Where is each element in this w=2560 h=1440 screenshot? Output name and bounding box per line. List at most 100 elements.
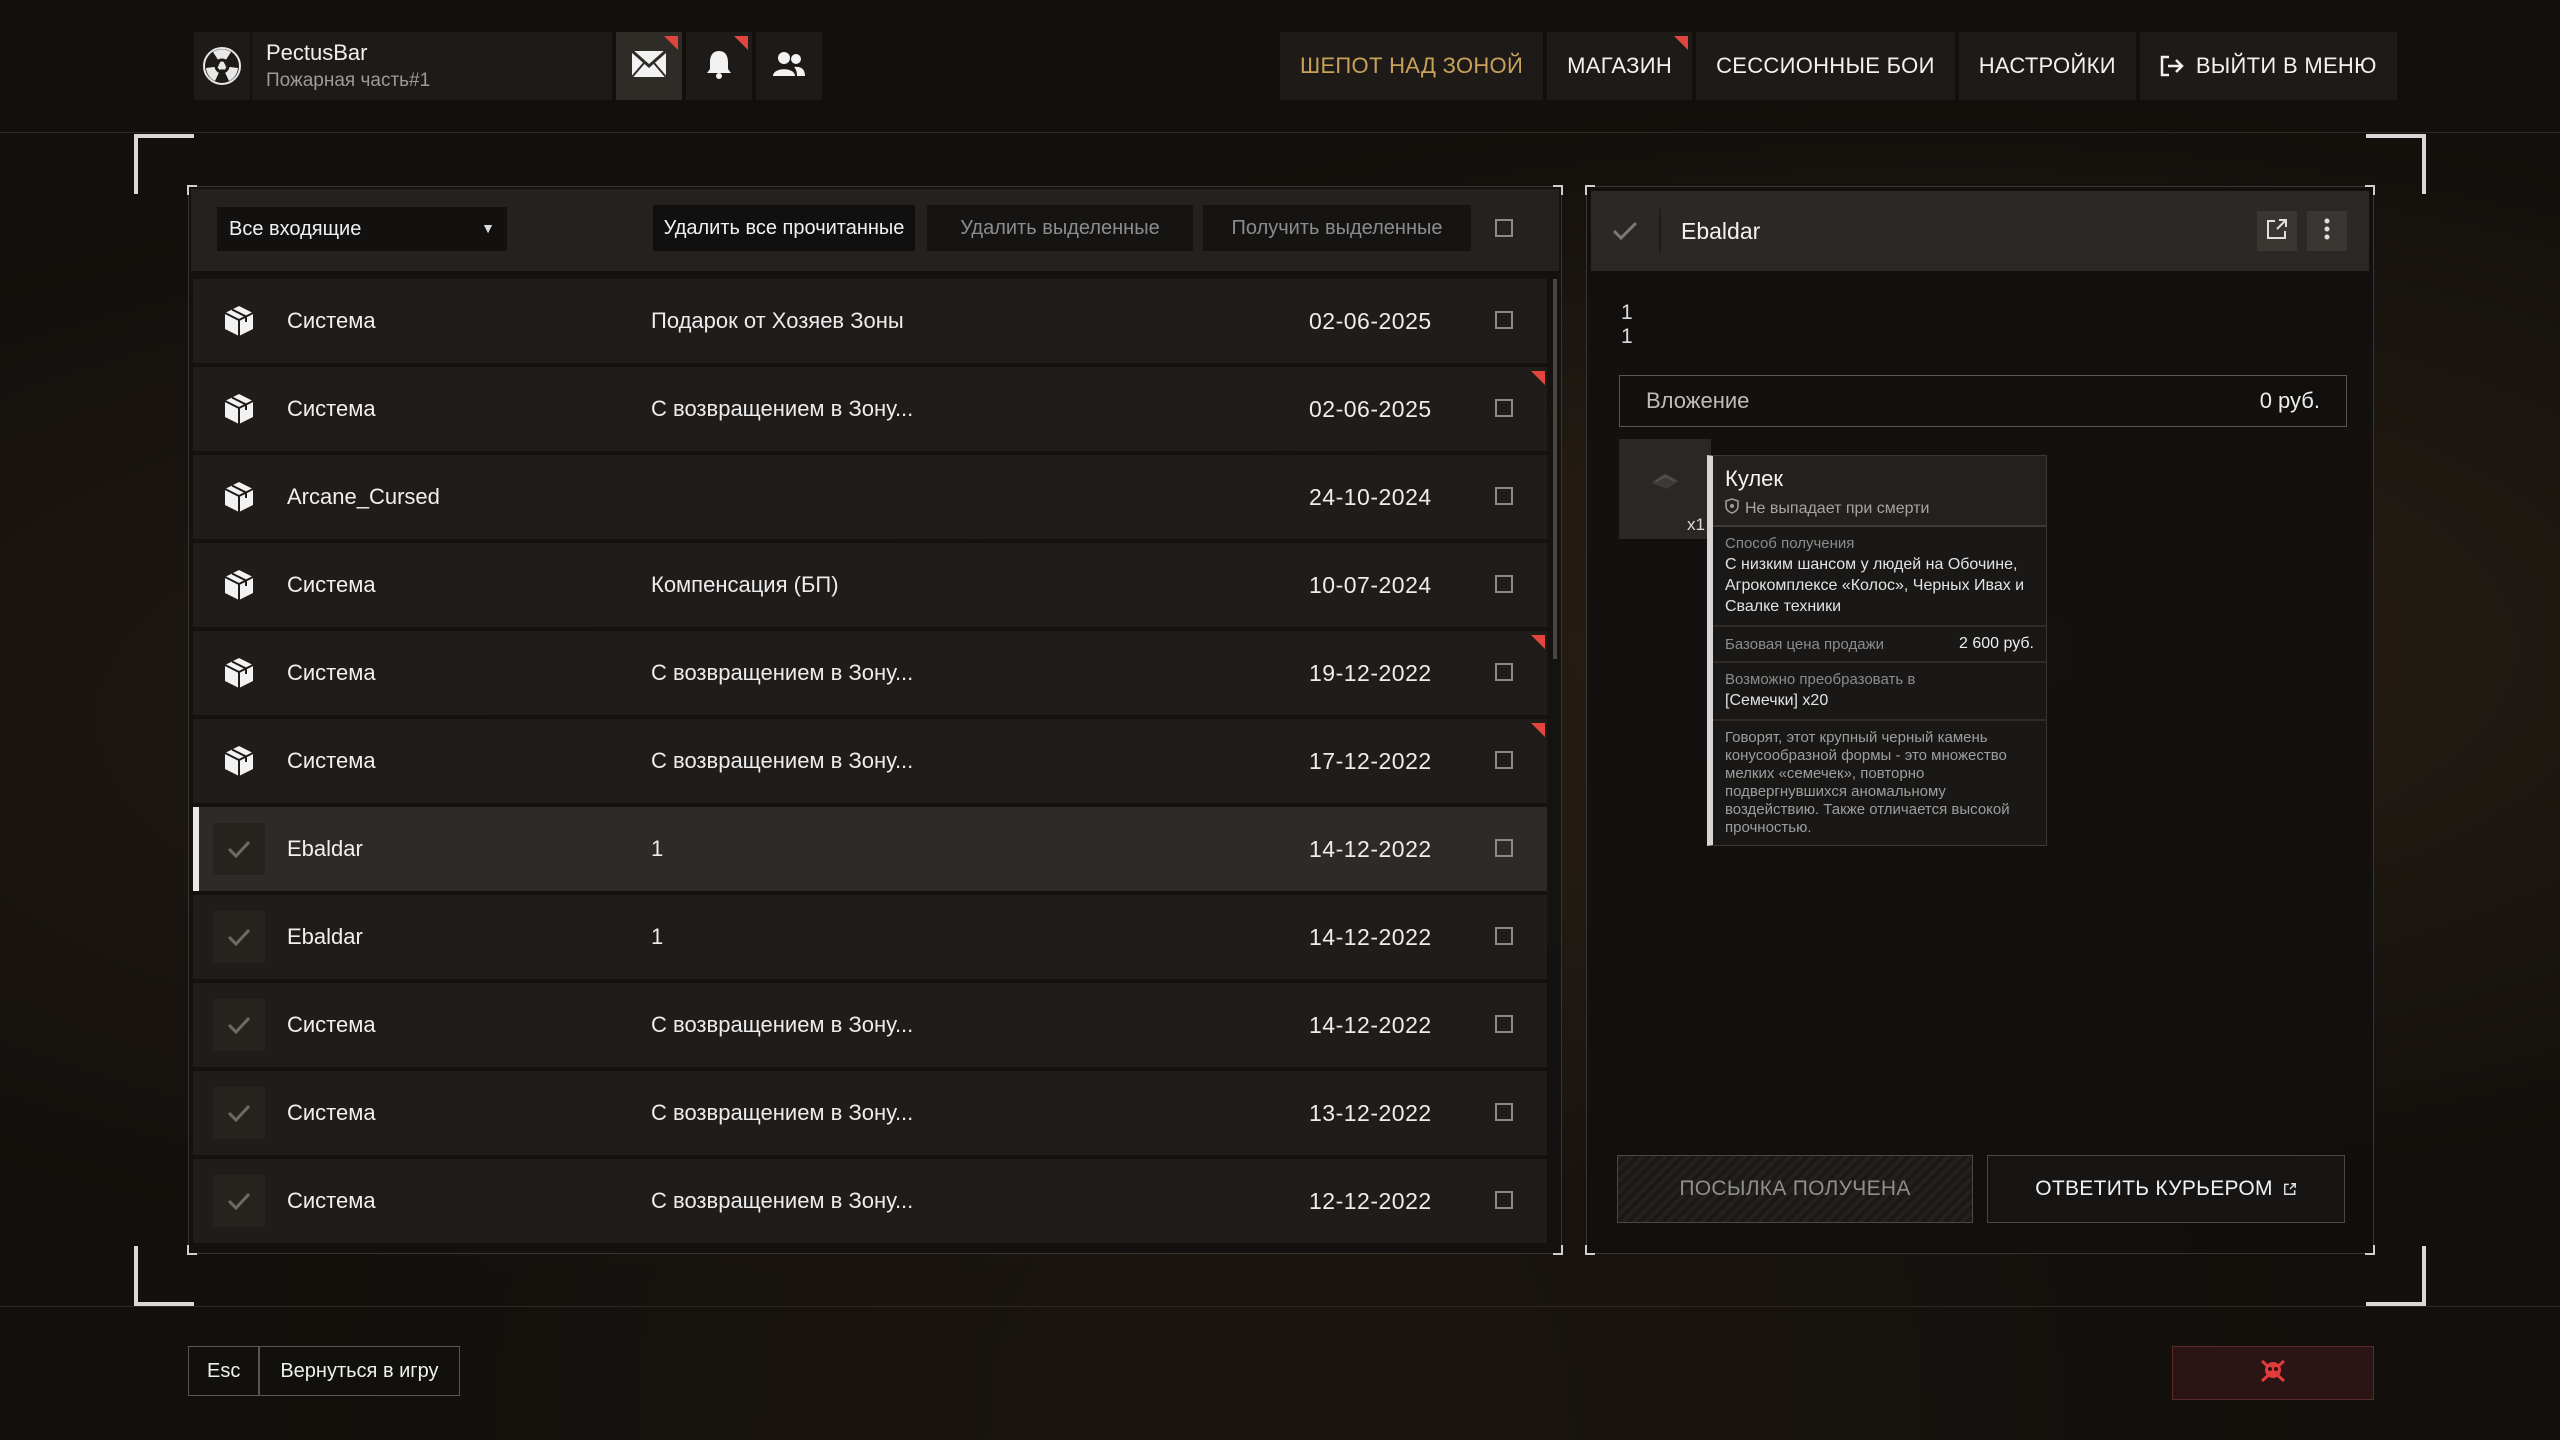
more-options-button[interactable]: [2307, 211, 2347, 251]
nav-session-battles[interactable]: СЕССИОННЫЕ БОИ: [1696, 32, 1955, 100]
item-lore: Говорят, этот крупный черный камень кону…: [1725, 729, 2010, 836]
package-icon: [213, 647, 265, 699]
panel-corner: [1585, 1245, 1595, 1255]
inbox-filter-value: Все входящие: [229, 217, 362, 240]
message-subject: С возвращением в Зону...: [651, 396, 914, 421]
message-row[interactable]: Система Подарок от Хозяев Зоны 02-06-2025: [193, 279, 1547, 363]
delete-read-button[interactable]: Удалить все прочитанные: [653, 205, 915, 251]
message-row[interactable]: Система С возвращением в Зону... 02-06-202…: [193, 367, 1547, 451]
message-row[interactable]: Система С возвращением в Зону... 19-12-202…: [193, 631, 1547, 715]
nav-exit-menu[interactable]: ВЫЙТИ В МЕНЮ: [2139, 32, 2397, 100]
message-checkbox[interactable]: [1495, 575, 1513, 593]
profile-nickname: PectusBar: [266, 40, 368, 65]
message-checkbox[interactable]: [1495, 1015, 1513, 1033]
mail-icon: [631, 49, 667, 83]
open-external-button[interactable]: [2257, 211, 2297, 251]
read-check-icon: [1591, 209, 1661, 253]
notifications-button[interactable]: [686, 32, 752, 100]
attachment-bar: Вложение 0 руб.: [1619, 375, 2347, 427]
nav-settings[interactable]: НАСТРОЙКИ: [1958, 32, 2136, 100]
new-message-badge: [1531, 635, 1545, 649]
read-check-icon: [213, 911, 265, 963]
nav-shop[interactable]: МАГАЗИН: [1547, 32, 1693, 100]
dropdown-arrow-icon: ▼: [481, 220, 495, 236]
message-sender: Система: [287, 1100, 376, 1125]
message-row[interactable]: Система С возвращением в Зону... 14-12-202…: [193, 983, 1547, 1067]
delete-selected-button[interactable]: Удалить выделенные: [927, 205, 1193, 251]
message-date: 02-06-2025: [1309, 307, 1432, 334]
nav-exit-label: ВЫЙТИ В МЕНЮ: [2195, 53, 2377, 78]
message-row[interactable]: Arcane_Cursed 24-10-2024: [193, 455, 1547, 539]
message-date: 02-06-2025: [1309, 395, 1432, 422]
bell-icon: [705, 49, 733, 84]
inbox-scrollbar[interactable]: [1553, 279, 1557, 659]
message-row[interactable]: Система С возвращением в Зону... 17-12-202…: [193, 719, 1547, 803]
convert-value: [Семечки] x20: [1725, 692, 1829, 709]
item-name: Кулек: [1725, 466, 1784, 491]
skull-action-button[interactable]: [2172, 1346, 2374, 1400]
message-sender: Arcane_Cursed: [287, 484, 440, 509]
message-checkbox[interactable]: [1495, 751, 1513, 769]
item-tooltip: Кулек Не выпадает при смерти Способ полу…: [1707, 455, 2047, 846]
package-icon: [213, 735, 265, 787]
message-subject: 1: [651, 836, 664, 861]
message-checkbox[interactable]: [1495, 927, 1513, 945]
mail-button[interactable]: [616, 32, 682, 100]
message-checkbox[interactable]: [1495, 1103, 1513, 1121]
message-row[interactable]: Ebaldar 1 14-12-2022: [193, 807, 1547, 891]
message-checkbox[interactable]: [1495, 663, 1513, 681]
nav-shop-label: МАГАЗИН: [1567, 53, 1673, 78]
message-header: Ebaldar: [1591, 191, 2369, 271]
message-subject: С возвращением в Зону...: [651, 1012, 914, 1037]
get-selected-button[interactable]: Получить выделенные: [1203, 205, 1471, 251]
item-no-drop-label: Не выпадает при смерти: [1745, 499, 1930, 517]
reply-courier-button[interactable]: ОТВЕТИТЬ КУРЬЕРОМ: [1987, 1155, 2345, 1223]
message-subject: С возвращением в Зону...: [651, 660, 914, 685]
inbox-filter-dropdown[interactable]: Все входящие ▼: [217, 207, 507, 251]
message-subject: С возвращением в Зону...: [651, 1188, 914, 1213]
message-body: 1 1: [1621, 301, 1633, 349]
nav-whisper[interactable]: ШЕПОТ НАД ЗОНОЙ: [1280, 32, 1544, 100]
main-nav: ШЕПОТ НАД ЗОНОЙ МАГАЗИН СЕССИОННЫЕ БОИ Н…: [1280, 32, 2397, 100]
message-row[interactable]: Система Компенсация (БП) 10-07-2024: [193, 543, 1547, 627]
attachment-item-slot[interactable]: x1: [1619, 439, 1711, 539]
message-row[interactable]: Система С возвращением в Зону... 13-12-202…: [193, 1071, 1547, 1155]
obtain-text: С низким шансом у людей на Обочине, Агро…: [1725, 556, 2025, 615]
message-row[interactable]: Система С возвращением в Зону... 12-12-202…: [193, 1159, 1547, 1243]
message-checkbox[interactable]: [1495, 487, 1513, 505]
message-sender: Система: [287, 660, 376, 685]
message-body-line: 1: [1621, 325, 1633, 348]
message-sender: Система: [287, 396, 376, 421]
item-quantity: x1: [1687, 515, 1705, 534]
read-check-icon: [213, 823, 265, 875]
package-icon: [213, 383, 265, 435]
message-sender: Система: [287, 1012, 376, 1037]
message-row[interactable]: Ebaldar 1 14-12-2022: [193, 895, 1547, 979]
new-message-badge: [1531, 371, 1545, 385]
profile-subtitle: Пожарная часть#1: [266, 70, 431, 91]
profile-card[interactable]: PectusBar Пожарная часть#1: [194, 32, 612, 100]
inbox-panel: Все входящие ▼ Удалить все прочитанные У…: [187, 185, 1563, 1255]
message-subject: Подарок от Хозяев Зоны: [651, 308, 904, 333]
message-sender: Ebaldar: [287, 836, 363, 861]
message-date: 12-12-2022: [1309, 1187, 1432, 1214]
message-date: 14-12-2022: [1309, 1011, 1432, 1038]
package-received-button[interactable]: ПОСЫЛКА ПОЛУЧЕНА: [1617, 1155, 1973, 1223]
back-to-game-button[interactable]: Esc Вернуться в игру: [188, 1346, 460, 1396]
message-checkbox[interactable]: [1495, 1191, 1513, 1209]
message-checkbox[interactable]: [1495, 311, 1513, 329]
price-value: 2 600 руб.: [1959, 635, 2034, 652]
panel-corner: [2365, 1245, 2375, 1255]
external-link-icon: [2283, 1182, 2297, 1196]
skull-crossbones-icon: [2259, 1358, 2287, 1389]
message-sender: Система: [287, 748, 376, 773]
back-to-game-label: Вернуться в игру: [280, 1359, 439, 1382]
message-date: 19-12-2022: [1309, 659, 1432, 686]
select-all-checkbox[interactable]: [1495, 219, 1513, 237]
obtain-caption: Способ получения: [1725, 535, 1855, 552]
price-caption: Базовая цена продажи: [1725, 635, 1885, 653]
friends-button[interactable]: [756, 32, 822, 100]
message-title: Ebaldar: [1681, 217, 1761, 244]
message-checkbox[interactable]: [1495, 839, 1513, 857]
message-checkbox[interactable]: [1495, 399, 1513, 417]
